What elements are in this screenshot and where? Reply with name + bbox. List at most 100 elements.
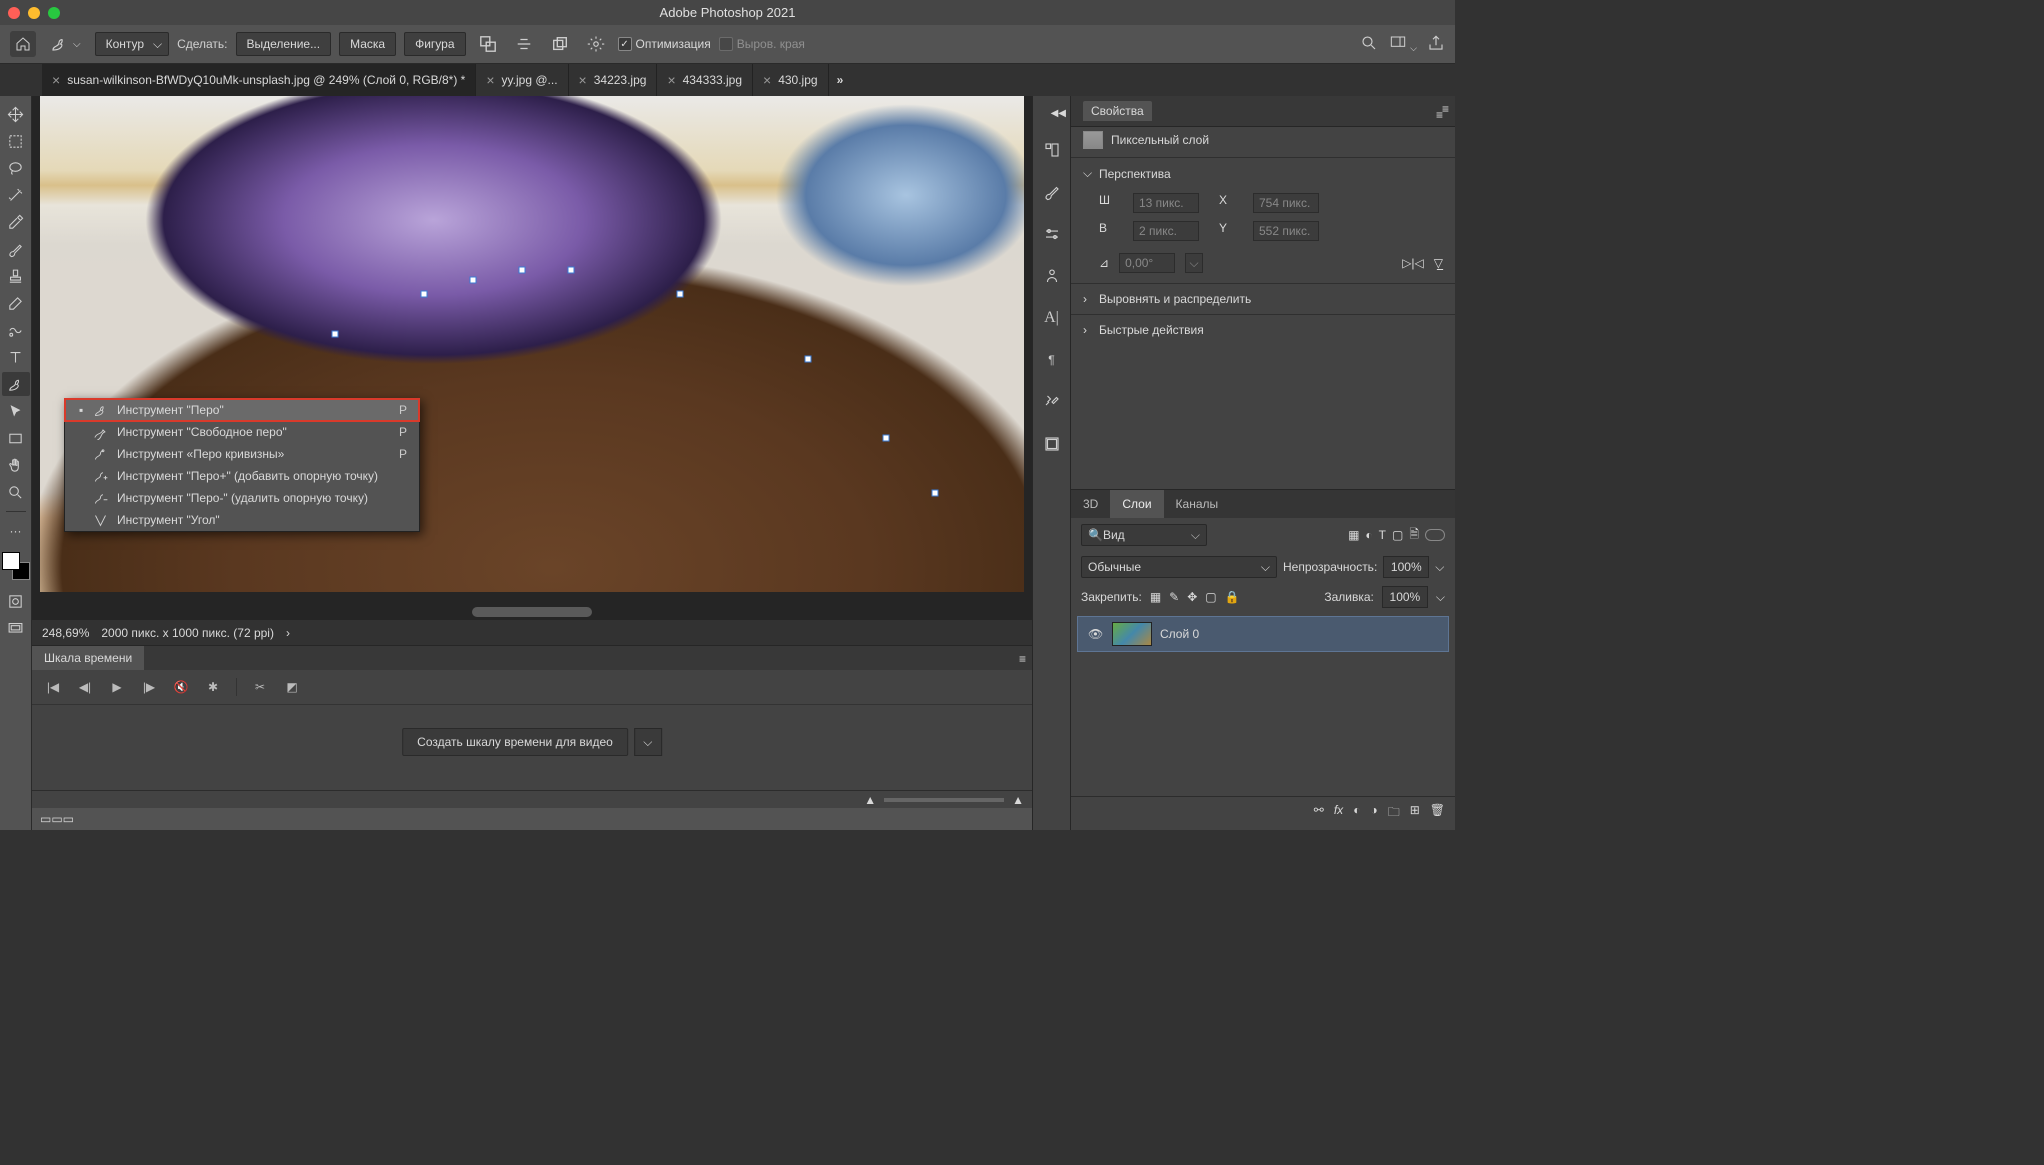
- stamp-tool[interactable]: [2, 264, 30, 288]
- split-button[interactable]: ✂: [251, 678, 269, 696]
- opacity-field[interactable]: 100%: [1383, 556, 1429, 578]
- eyedropper-tool[interactable]: [2, 210, 30, 234]
- flyout-item-convert-point[interactable]: Инструмент "Угол": [65, 509, 419, 531]
- gradient-tool[interactable]: [2, 318, 30, 342]
- document-tab[interactable]: ×34223.jpg: [569, 64, 658, 96]
- filter-pixel-icon[interactable]: ▦: [1348, 528, 1359, 542]
- new-layer-icon[interactable]: ⊞: [1410, 803, 1420, 824]
- panel-menu-icon[interactable]: ≡: [1430, 102, 1449, 128]
- timeline-zoom-in-icon[interactable]: ▲: [1012, 793, 1024, 807]
- angle-dropdown[interactable]: ⌵: [1185, 253, 1203, 273]
- align-section[interactable]: ›Выровнять и распределить: [1071, 283, 1455, 314]
- lock-transparency-icon[interactable]: ▦: [1150, 590, 1161, 604]
- group-icon[interactable]: 🗀: [1388, 803, 1400, 824]
- frames-icon[interactable]: ▭▭▭: [40, 812, 74, 826]
- path-align-icon[interactable]: [510, 32, 538, 56]
- screenmode-button[interactable]: [2, 616, 30, 640]
- eraser-tool[interactable]: [2, 291, 30, 315]
- timeline-zoom-out-icon[interactable]: ▲: [864, 793, 876, 807]
- history-panel-icon[interactable]: [1041, 139, 1063, 161]
- flyout-item-curvature-pen[interactable]: Инструмент «Перо кривизны» P: [65, 443, 419, 465]
- type-tool[interactable]: [2, 345, 30, 369]
- filter-smart-icon[interactable]: 🗎: [1409, 525, 1419, 546]
- flyout-item-pen[interactable]: ▪ Инструмент "Перо" P: [65, 399, 419, 421]
- gear-icon[interactable]: [582, 32, 610, 56]
- filter-adjust-icon[interactable]: ◐: [1365, 528, 1372, 542]
- marquee-tool[interactable]: [2, 129, 30, 153]
- wand-tool[interactable]: [2, 183, 30, 207]
- tool-preset[interactable]: ⌵: [44, 32, 87, 56]
- link-layers-icon[interactable]: ⚯: [1314, 803, 1324, 824]
- layer-row[interactable]: 👁 Слой 0: [1077, 616, 1449, 652]
- panel-menu-icon[interactable]: ≡: [1019, 652, 1026, 666]
- character-panel-icon[interactable]: [1041, 265, 1063, 287]
- fill-dropdown-icon[interactable]: ⌵: [1436, 590, 1445, 605]
- rectangle-tool[interactable]: [2, 426, 30, 450]
- transition-button[interactable]: ◩: [283, 678, 301, 696]
- make-selection-button[interactable]: Выделение...: [236, 32, 332, 56]
- home-button[interactable]: [10, 31, 36, 57]
- hand-tool[interactable]: [2, 453, 30, 477]
- prev-frame-button[interactable]: ◀|: [76, 678, 94, 696]
- brushes-panel-icon[interactable]: [1041, 181, 1063, 203]
- angle-field[interactable]: 0,00°: [1119, 253, 1175, 273]
- type-panel-icon[interactable]: A|: [1041, 307, 1063, 329]
- zoom-readout[interactable]: 248,69%: [42, 626, 89, 640]
- document-tab[interactable]: ×434333.jpg: [657, 64, 753, 96]
- actions-panel-icon[interactable]: [1041, 391, 1063, 413]
- minimize-window-button[interactable]: [28, 7, 40, 19]
- adjustments-panel-icon[interactable]: [1041, 223, 1063, 245]
- color-swatches[interactable]: [2, 552, 30, 580]
- x-field[interactable]: 754 пикс.: [1253, 193, 1319, 213]
- close-window-button[interactable]: [8, 7, 20, 19]
- blend-mode-select[interactable]: Обычные: [1081, 556, 1277, 578]
- paragraph-panel-icon[interactable]: ¶: [1041, 349, 1063, 371]
- zoom-tool[interactable]: [2, 480, 30, 504]
- make-shape-button[interactable]: Фигура: [404, 32, 465, 56]
- more-tabs-button[interactable]: »: [829, 73, 852, 87]
- quickmask-button[interactable]: [2, 589, 30, 613]
- quick-actions-section[interactable]: ›Быстрые действия: [1071, 314, 1455, 345]
- flyout-item-freeform-pen[interactable]: Инструмент "Свободное перо" P: [65, 421, 419, 443]
- move-tool[interactable]: [2, 102, 30, 126]
- layer-name[interactable]: Слой 0: [1160, 627, 1199, 641]
- properties-tab[interactable]: Свойства: [1083, 101, 1152, 121]
- make-mask-button[interactable]: Маска: [339, 32, 396, 56]
- document-tab[interactable]: ×susan-wilkinson-BfWDyQ10uMk-unsplash.jp…: [42, 64, 476, 96]
- timeline-tab[interactable]: Шкала времени: [32, 646, 144, 670]
- fill-field[interactable]: 100%: [1382, 586, 1428, 608]
- doc-info-readout[interactable]: 2000 пикс. x 1000 пикс. (72 ppi): [101, 626, 274, 640]
- height-field[interactable]: 2 пикс.: [1133, 221, 1199, 241]
- play-button[interactable]: ▶: [108, 678, 126, 696]
- optimize-checkbox[interactable]: Оптимизация: [618, 37, 711, 51]
- filter-type-icon[interactable]: T: [1379, 528, 1386, 542]
- mute-button[interactable]: 🔇: [172, 678, 190, 696]
- libraries-panel-icon[interactable]: [1041, 433, 1063, 455]
- width-field[interactable]: 13 пикс.: [1133, 193, 1199, 213]
- lasso-tool[interactable]: [2, 156, 30, 180]
- lock-all-icon[interactable]: 🔒: [1225, 590, 1240, 604]
- maximize-window-button[interactable]: [48, 7, 60, 19]
- status-chevron-icon[interactable]: ›: [286, 626, 290, 640]
- goto-first-frame-button[interactable]: |◀: [44, 678, 62, 696]
- document-tab[interactable]: ×430.jpg: [753, 64, 829, 96]
- lock-artboard-icon[interactable]: ▢: [1205, 590, 1216, 604]
- layer-thumbnail[interactable]: [1112, 622, 1152, 646]
- path-select-tool[interactable]: [2, 399, 30, 423]
- lock-pixels-icon[interactable]: ✎: [1169, 590, 1179, 604]
- collapse-panels-icon[interactable]: ◀◀: [1051, 108, 1070, 119]
- flyout-item-add-anchor[interactable]: Инструмент "Перо+" (добавить опорную точ…: [65, 465, 419, 487]
- edit-toolbar-button[interactable]: ···: [2, 519, 30, 543]
- canvas-area[interactable]: ▪ Инструмент "Перо" P Инструмент "Свобод…: [32, 96, 1032, 620]
- trash-icon[interactable]: 🗑: [1430, 803, 1445, 824]
- transform-section[interactable]: ⌵Перспектива: [1071, 157, 1455, 189]
- y-field[interactable]: 552 пикс.: [1253, 221, 1319, 241]
- foreground-swatch[interactable]: [2, 552, 20, 570]
- pen-tool[interactable]: [2, 372, 30, 396]
- next-frame-button[interactable]: |▶: [140, 678, 158, 696]
- lock-position-icon[interactable]: ✥: [1187, 590, 1197, 604]
- fx-icon[interactable]: fx: [1334, 803, 1343, 824]
- tab-3d[interactable]: 3D: [1071, 490, 1110, 518]
- adjustment-layer-icon[interactable]: ◑: [1370, 803, 1377, 824]
- horizontal-scrollbar[interactable]: [472, 607, 592, 617]
